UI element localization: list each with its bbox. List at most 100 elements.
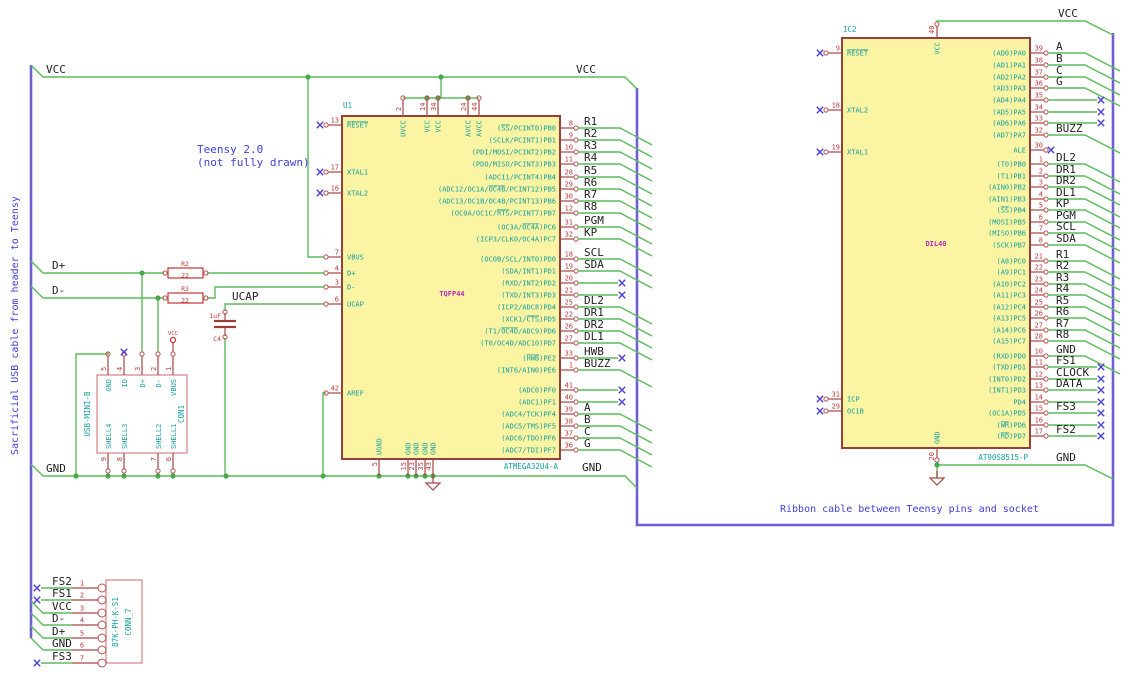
pin-name: (A15)PC7 [992,338,1026,346]
net-label: FS1 [52,587,72,600]
pin-number: 9 [569,132,573,140]
pin-name: (RXD)PD0 [992,353,1026,361]
wire [322,392,326,476]
junction-dot [934,462,940,468]
pin-number: 32 [1035,127,1043,135]
connector-pad [97,595,107,605]
ribbon-cable-note: Ribbon cable between Teensy pins and soc… [780,504,1039,515]
teensy-note: Teensy 2.0 (not fully drawn) [197,143,310,169]
pin-name: (ADC1)PF1 [518,399,556,407]
pin-name: (A14)PC6 [992,327,1026,335]
pin-end [1043,184,1049,190]
pin-number: 5 [80,630,84,638]
pin-name: (SCK)PB7 [992,242,1026,250]
pin-end [573,198,579,204]
wire [578,270,653,289]
net-label: KP [584,226,598,239]
pin-end [170,351,176,357]
pin-name: GND [105,379,113,392]
vcc-symbol-icon [169,336,177,344]
net-label: SDA [584,258,604,271]
connector-pad [97,583,107,593]
pin-end [105,468,111,474]
pin-name: ICP [847,396,860,404]
pin-number: 3 [335,279,339,287]
pin-end [573,186,579,192]
net-label: SDA [1056,232,1076,245]
pin-number: 29 [565,181,573,189]
pin-name: VCC [934,42,942,55]
pin-end [323,122,329,128]
pin-end [139,351,145,357]
pin-number: 11 [1035,359,1043,367]
capacitor-ref: C4 [213,335,221,343]
pin-number: 28 [565,169,573,177]
pin-end [573,236,579,242]
pin-end [1043,230,1049,236]
wire [30,285,164,299]
pin-name: (OC1A)PD5 [988,410,1026,418]
pin-end [1043,376,1049,382]
pin-name: GND [430,442,438,455]
pin-number: 2 [395,107,403,111]
pin-name: (AD1)PA1 [992,62,1026,70]
pin-name: (HWB)PE2 [522,355,556,363]
pin-end [573,280,579,286]
pin-number: 36 [565,442,573,450]
pin-end [823,50,829,56]
pin-name: (AD5)PA5 [992,109,1026,117]
pin-name: GND [413,442,421,455]
gnd-label: GND [582,461,602,474]
pin-name: (A9)PC1 [996,269,1026,277]
pin-name: (INT6/AIN0)PE6 [497,367,556,375]
pin-name: (MISO)PB6 [988,230,1026,238]
pin-name: (OC0A/OC1C/RTS/PCINT7)PB7 [451,210,556,218]
pin-end [573,328,579,334]
net-label: BUZZ [1056,122,1083,135]
pin-number: 26 [565,323,573,331]
pin-name: (A8)PC0 [996,258,1026,266]
pin-end [573,304,579,310]
pin-name: (OC0B/SCL/INT0)PD0 [480,256,556,264]
pin-number: 34 [1035,104,1043,112]
pin-number: 22 [565,311,573,319]
pin-number: 6 [165,457,173,461]
pin-number: 32 [565,231,573,239]
pin-name: D+ [139,379,147,387]
pin-end [573,268,579,274]
net-label: FS3 [52,650,72,663]
pin-name: UCAP [347,301,364,309]
ground-icon [928,477,946,486]
net-label: DATA [1056,377,1083,390]
resistor-value: 22 [181,272,189,280]
junction-dot [320,473,326,479]
pin-name: (ICP2/ADC8)PD4 [497,304,556,312]
junction-dot [438,74,444,80]
pin-number: 38 [565,418,573,426]
pin-name: (ICP3/CLK0/OC4A)PC7 [476,236,556,244]
pin-number: 18 [565,251,573,259]
resistor-ref: R3 [181,285,189,293]
pin-number: 13 [331,117,339,125]
pin-number: 33 [1035,115,1043,123]
connector-pad [97,620,107,630]
pin-end [823,396,829,402]
wire [30,64,638,90]
pin-number: 1 [165,367,173,371]
pin-number: 33 [565,350,573,358]
pin-end [1043,410,1049,416]
pin-name: OC1B [847,408,864,416]
pin-number: 2 [150,367,158,371]
pin-name: (ADC6/TDO)PF6 [501,435,556,443]
pin-name: (PDI/MOSI/PCINT2)PB2 [472,149,556,157]
pin-name: (SS/PCINT0)PB0 [497,125,556,133]
pin-name: XTAL2 [847,107,868,115]
pin-end [1043,292,1049,298]
pin-number: 31 [565,219,573,227]
ic2-value: AT90S8515-P [978,453,1028,462]
pin-name: SHELL2 [155,424,163,449]
pin-name: GND [405,442,413,455]
pin-end [1043,338,1049,344]
junction-dot [121,473,127,479]
pin-name: (ADC5/TMS)PF5 [501,423,556,431]
